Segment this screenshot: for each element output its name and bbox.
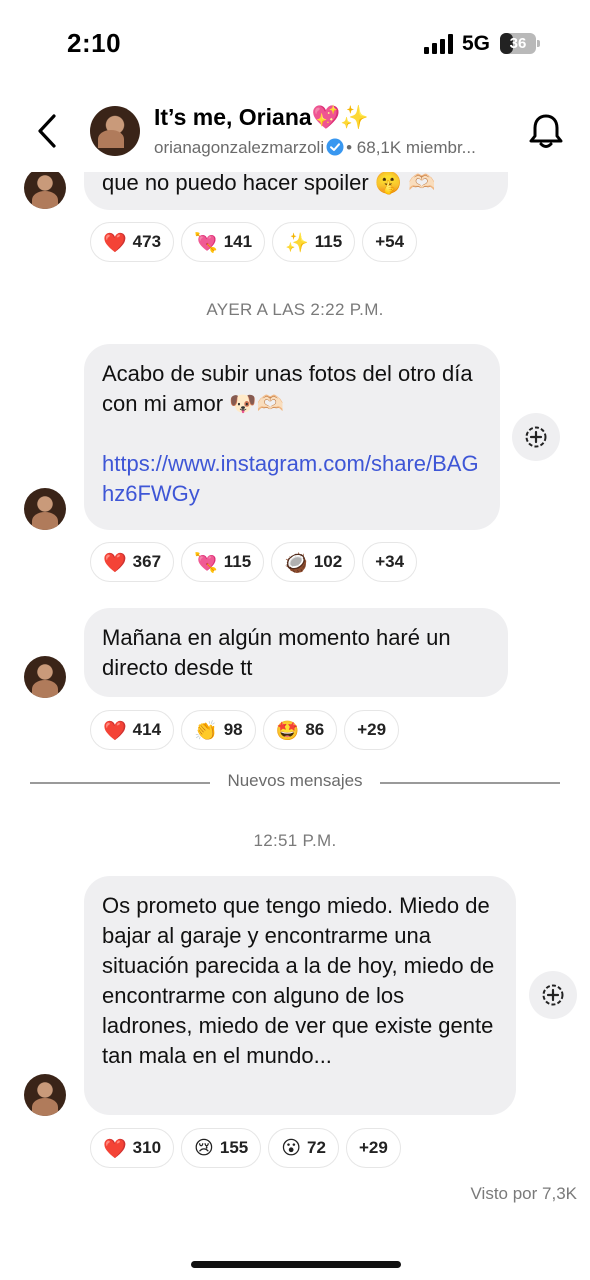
- channel-title[interactable]: It’s me, Oriana💖✨: [154, 104, 369, 131]
- reaction-emoji: ❤️: [103, 231, 127, 254]
- reaction-chip[interactable]: ✨ 115: [272, 222, 356, 262]
- message-bubble[interactable]: Acabo de subir unas fotos del otro día c…: [84, 344, 500, 530]
- sender-avatar[interactable]: [24, 656, 66, 698]
- reaction-count: 310: [132, 1138, 162, 1157]
- share-icon: [525, 426, 547, 448]
- reaction-bar: ❤️ 367 💘 115 🥥 102 +34: [90, 542, 418, 582]
- reaction-count: +29: [357, 720, 387, 739]
- reaction-emoji: ❤️: [103, 551, 127, 574]
- message-link[interactable]: https://www.instagram.com/share/BAGhz6FW…: [102, 449, 482, 509]
- share-button[interactable]: [512, 413, 560, 461]
- member-count: 68,1K miembr...: [356, 138, 476, 157]
- more-reactions-chip[interactable]: +29: [344, 710, 400, 750]
- reaction-count: 72: [307, 1138, 326, 1157]
- reaction-emoji: ✨: [285, 231, 309, 254]
- reaction-count: 86: [305, 720, 325, 739]
- reaction-count: 414: [132, 720, 162, 739]
- network-label: 5G: [462, 32, 491, 55]
- message-text: Mañana en algún momento haré un directo …: [102, 625, 451, 680]
- reaction-count: 155: [219, 1138, 249, 1157]
- reaction-emoji: 💘: [194, 551, 218, 574]
- reaction-count: 115: [314, 232, 343, 251]
- channel-subtitle: orianagonzalezmarzoli • 68,1K miembr...: [154, 138, 514, 158]
- more-reactions-chip[interactable]: +34: [362, 542, 418, 582]
- new-messages-divider: Nuevos mensajes: [30, 771, 560, 795]
- reaction-chip[interactable]: ❤️ 473: [90, 222, 175, 262]
- reaction-count: 115: [223, 552, 252, 571]
- reaction-count: +34: [375, 552, 405, 571]
- reaction-chip[interactable]: 🤩 86: [262, 710, 338, 750]
- signal-icon: [424, 34, 453, 54]
- reaction-emoji: 😢: [194, 1137, 214, 1159]
- reaction-chip[interactable]: 👏 98: [181, 710, 256, 750]
- message-bubble[interactable]: Os prometo que tengo miedo. Miedo de baj…: [84, 876, 516, 1115]
- home-indicator[interactable]: [191, 1261, 401, 1268]
- reaction-bar: ❤️ 473 💘 141 ✨ 115 +54: [90, 222, 418, 262]
- reaction-chip[interactable]: 🥥 102: [271, 542, 356, 582]
- reaction-chip[interactable]: 😢 155: [181, 1128, 262, 1168]
- battery-level: 36: [509, 35, 527, 52]
- reaction-emoji: 💘: [194, 231, 218, 254]
- share-icon: [542, 984, 564, 1006]
- reaction-chip[interactable]: 💘 141: [181, 222, 266, 262]
- reaction-emoji: 🤩: [275, 719, 300, 742]
- sender-avatar[interactable]: [24, 1074, 66, 1116]
- bell-icon[interactable]: [528, 112, 564, 150]
- chat-header: It’s me, Oriana💖✨ orianagonzalezmarzoli •…: [0, 90, 590, 172]
- divider-line: [380, 782, 560, 784]
- reaction-chip[interactable]: ❤️ 310: [90, 1128, 175, 1168]
- reaction-bar: ❤️ 310 😢 155 😮 72 +29: [90, 1128, 401, 1168]
- verified-icon: [326, 138, 344, 156]
- reaction-count: 102: [313, 552, 343, 571]
- reaction-emoji: 👏: [194, 719, 218, 742]
- reaction-emoji: ❤️: [103, 1137, 127, 1160]
- back-icon[interactable]: [34, 112, 60, 150]
- sender-avatar[interactable]: [24, 488, 66, 530]
- status-time: 2:10: [67, 28, 122, 58]
- more-reactions-chip[interactable]: +54: [362, 222, 418, 262]
- reaction-chip[interactable]: ❤️ 414: [90, 710, 175, 750]
- share-button[interactable]: [529, 971, 577, 1019]
- status-bar: 2:10 5G 36: [0, 0, 590, 90]
- reaction-count: +54: [375, 232, 405, 251]
- channel-avatar[interactable]: [90, 106, 140, 156]
- message-text: Acabo de subir unas fotos del otro día c…: [102, 361, 473, 416]
- reaction-emoji: 😮: [281, 1137, 302, 1159]
- reaction-count: 473: [132, 232, 162, 251]
- reaction-chip[interactable]: 😮 72: [268, 1128, 339, 1168]
- reaction-emoji: ❤️: [103, 719, 127, 742]
- reaction-chip[interactable]: 💘 115: [181, 542, 265, 582]
- reaction-count: 367: [132, 552, 162, 571]
- subtitle-separator: •: [346, 138, 353, 157]
- battery-icon: 36: [500, 33, 540, 54]
- reaction-emoji: 🥥: [284, 551, 308, 574]
- more-reactions-chip[interactable]: +29: [345, 1128, 401, 1168]
- reaction-count: +29: [358, 1138, 388, 1157]
- message-text: Os prometo que tengo miedo. Miedo de baj…: [102, 893, 495, 1068]
- message-timestamp: 12:51 P.M.: [253, 831, 337, 850]
- channel-handle: orianagonzalezmarzoli: [154, 138, 325, 157]
- reaction-chip[interactable]: ❤️ 367: [90, 542, 175, 582]
- divider-label: Nuevos mensajes: [227, 771, 363, 790]
- reaction-count: 141: [223, 232, 253, 251]
- seen-by-label[interactable]: Visto por 7,3K: [471, 1184, 577, 1204]
- sender-avatar[interactable]: [24, 167, 66, 209]
- message-text: que no puedo hacer spoiler 🤫 🫶🏻: [102, 170, 436, 195]
- message-bubble[interactable]: Mañana en algún momento haré un directo …: [84, 608, 508, 697]
- reaction-bar: ❤️ 414 👏 98 🤩 86 +29: [90, 710, 400, 750]
- reaction-count: 98: [223, 720, 243, 739]
- message-timestamp: AYER A LAS 2:22 P.M.: [206, 300, 384, 319]
